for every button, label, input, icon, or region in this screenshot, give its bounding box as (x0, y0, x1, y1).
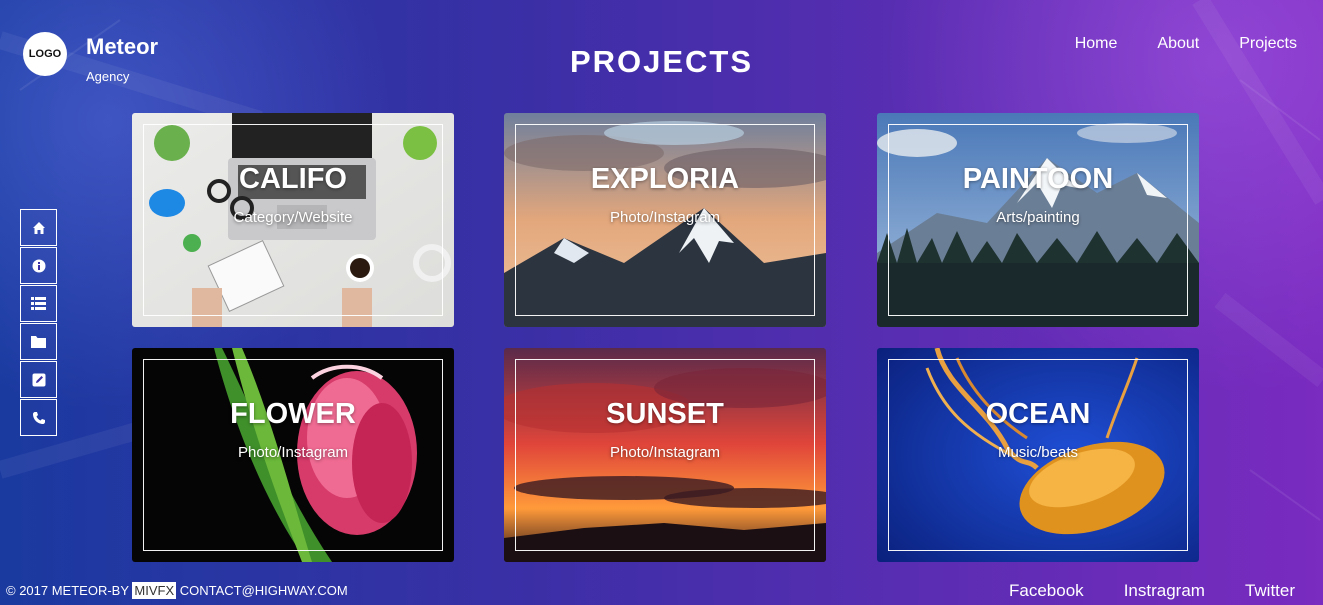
nav-home-link[interactable]: Home (1075, 35, 1118, 53)
sidebar-list-button[interactable] (20, 285, 57, 322)
project-title: SUNSET (606, 398, 724, 430)
project-card-ocean[interactable]: OCEAN Music/beats (877, 348, 1199, 562)
folder-icon (31, 336, 46, 348)
project-card-paintoon[interactable]: PAINTOON Arts/painting (877, 113, 1199, 327)
project-title: PAINTOON (962, 163, 1114, 195)
project-card-sunset[interactable]: SUNSET Photo/Instagram (504, 348, 826, 562)
list-icon (31, 297, 46, 310)
sidebar-folder-button[interactable] (20, 323, 57, 360)
copyright-text: © 2017 METEOR-BY (6, 583, 133, 598)
project-card-califo[interactable]: CALIFO Category/Website (132, 113, 454, 327)
phone-icon (32, 411, 45, 424)
sidebar-phone-button[interactable] (20, 399, 57, 436)
project-category: Arts/painting (996, 209, 1080, 226)
home-icon (32, 221, 45, 234)
edit-icon (32, 373, 45, 386)
top-nav: Home About Projects (1075, 35, 1297, 53)
contact-text: CONTACT@HIGHWAY.COM (176, 583, 348, 598)
project-title: OCEAN (985, 398, 1091, 430)
nav-about-link[interactable]: About (1157, 35, 1199, 53)
sidebar-info-button[interactable] (20, 247, 57, 284)
twitter-link[interactable]: Twitter (1245, 581, 1295, 601)
project-category: Photo/Instagram (609, 444, 721, 461)
project-card-exploria[interactable]: EXPLORIA Photo/Instagram (504, 113, 826, 327)
sidebar-edit-button[interactable] (20, 361, 57, 398)
project-title: CALIFO (239, 163, 347, 195)
instagram-link[interactable]: Instragram (1124, 581, 1205, 601)
sidebar-home-button[interactable] (20, 209, 57, 246)
info-icon (32, 259, 45, 272)
project-category: Music/beats (997, 444, 1079, 461)
footer-copyright: © 2017 METEOR-BY MIVFX CONTACT@HIGHWAY.C… (6, 582, 348, 599)
facebook-link[interactable]: Facebook (1009, 581, 1084, 601)
project-card-flower[interactable]: FLOWER Photo/Instagram (132, 348, 454, 562)
project-category: Category/Website (233, 209, 353, 226)
footer-social: Facebook Instragram Twitter (1009, 581, 1295, 601)
project-category: Photo/Instagram (237, 444, 349, 461)
project-title: FLOWER (230, 398, 356, 430)
project-title: EXPLORIA (590, 163, 740, 195)
nav-projects-link[interactable]: Projects (1239, 35, 1297, 53)
copyright-highlight: MIVFX (132, 582, 177, 599)
project-category: Photo/Instagram (609, 209, 721, 226)
side-nav (20, 209, 58, 437)
